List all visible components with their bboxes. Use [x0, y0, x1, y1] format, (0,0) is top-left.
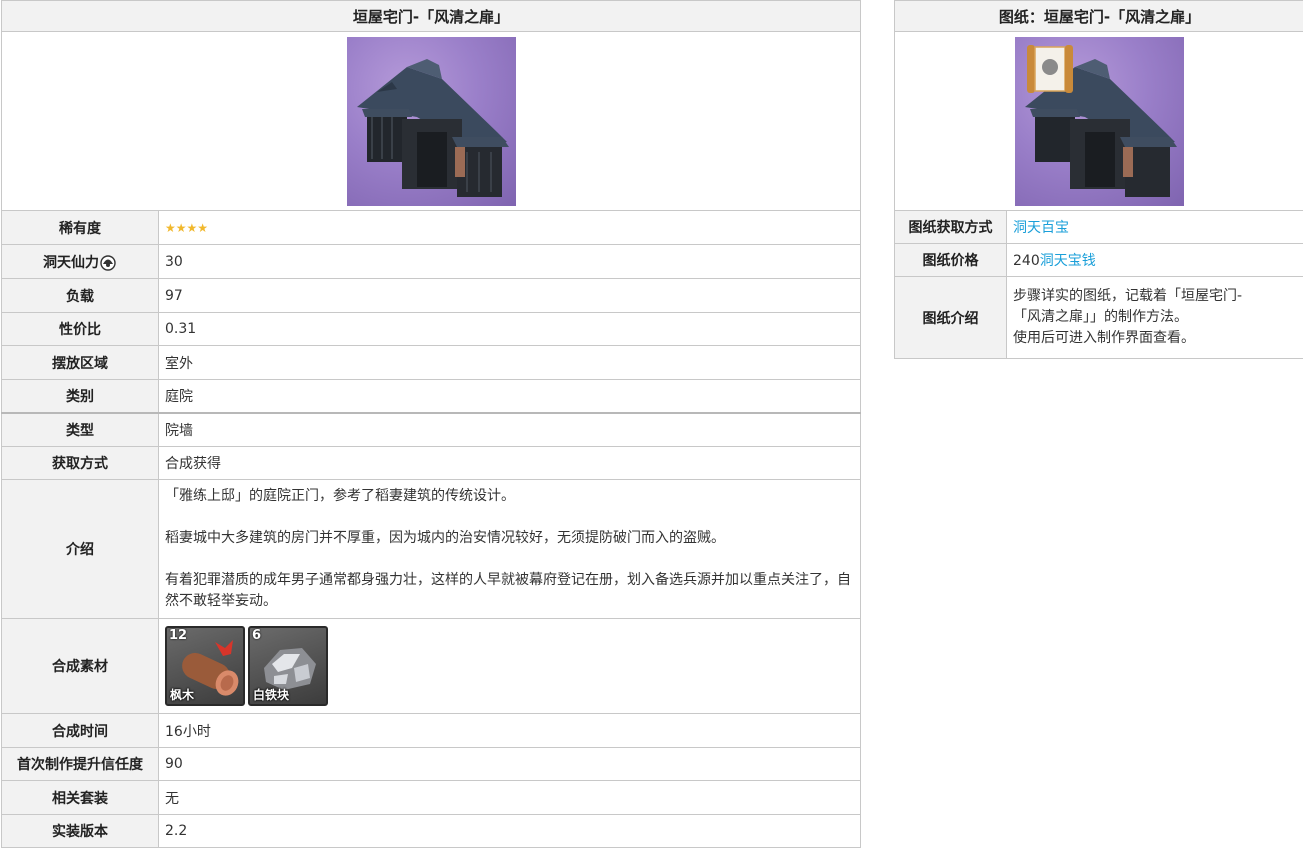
adeptal-label: 洞天仙力: [43, 255, 99, 271]
white-iron-name: 白铁块: [253, 686, 289, 703]
blueprint-intro-line-1: 步骤详实的图纸，记载着「垣屋宅门-: [1013, 286, 1298, 307]
item-title: 垣屋宅门-「风清之扉」: [2, 1, 861, 32]
set-value: 无: [159, 781, 861, 815]
item-image-cell: [2, 32, 861, 211]
intro-paragraph-3: 有着犯罪潜质的成年男子通常都身强力壮，这样的人早就被幕府登记在册，划入备选兵源并…: [165, 570, 854, 612]
version-label: 实装版本: [2, 815, 159, 848]
blueprint-table: 图纸：垣屋宅门-「风清之扉」: [894, 0, 1303, 359]
blueprint-image-cell: [895, 32, 1303, 211]
ratio-value: 0.31: [159, 313, 861, 346]
type-value: 院墙: [159, 413, 861, 447]
trust-value: 90: [159, 748, 861, 781]
category-label: 类别: [2, 380, 159, 413]
blueprint-intro-line-2: 「风清之扉」」的制作方法。: [1013, 307, 1298, 328]
placement-label: 摆放区域: [2, 346, 159, 380]
blueprint-image: [1015, 37, 1184, 206]
white-iron-count: 6: [252, 628, 261, 643]
material-white-iron[interactable]: 6 白铁块: [248, 626, 328, 706]
adeptal-energy-icon: [99, 253, 117, 271]
blueprint-intro-label: 图纸介绍: [895, 277, 1007, 359]
obtain-value: 合成获得: [159, 447, 861, 480]
version-value: 2.2: [159, 815, 861, 848]
blueprint-source-label: 图纸获取方式: [895, 211, 1007, 244]
maple-wood-name: 枫木: [170, 686, 194, 703]
gate-image: [347, 37, 516, 206]
craft-time-value: 16小时: [159, 714, 861, 748]
maple-wood-count: 12: [169, 628, 187, 643]
blueprint-title: 图纸：垣屋宅门-「风清之扉」: [895, 1, 1303, 32]
intro-paragraph-2: 稻妻城中大多建筑的房门并不厚重，因为城内的治安情况较好，无须提防破门而入的盗贼。: [165, 528, 854, 549]
blueprint-price-label: 图纸价格: [895, 244, 1007, 277]
obtain-label: 获取方式: [2, 447, 159, 480]
set-label: 相关套装: [2, 781, 159, 815]
rarity-stars: ★★★★: [165, 221, 208, 235]
load-label: 负载: [2, 279, 159, 313]
blueprint-intro-line-3: 使用后可进入制作界面查看。: [1013, 328, 1298, 349]
trust-label: 首次制作提升信任度: [2, 748, 159, 781]
intro-text: 「雅练上邸」的庭院正门，参考了稻妻建筑的传统设计。 稻妻城中大多建筑的房门并不厚…: [159, 480, 861, 619]
category-value: 庭院: [159, 380, 861, 413]
intro-label: 介绍: [2, 480, 159, 619]
item-info-table: 垣屋宅门-「风清之扉」: [1, 0, 861, 848]
placement-value: 室外: [159, 346, 861, 380]
materials-cell: 12 枫木 6 白铁块: [159, 619, 861, 714]
adeptal-value: 30: [159, 245, 861, 279]
blueprint-intro-text: 步骤详实的图纸，记载着「垣屋宅门- 「风清之扉」」的制作方法。 使用后可进入制作…: [1007, 277, 1303, 359]
craft-time-label: 合成时间: [2, 714, 159, 748]
blueprint-source-link[interactable]: 洞天百宝: [1013, 220, 1069, 236]
blueprint-currency-link[interactable]: 洞天宝钱: [1040, 253, 1096, 269]
rarity-label: 稀有度: [2, 211, 159, 245]
blueprint-price-amount: 240: [1013, 253, 1040, 269]
load-value: 97: [159, 279, 861, 313]
type-label: 类型: [2, 413, 159, 447]
materials-label: 合成素材: [2, 619, 159, 714]
material-maple-wood[interactable]: 12 枫木: [165, 626, 245, 706]
adeptal-label-cell: 洞天仙力: [2, 245, 159, 279]
ratio-label: 性价比: [2, 313, 159, 346]
intro-paragraph-1: 「雅练上邸」的庭院正门，参考了稻妻建筑的传统设计。: [165, 486, 854, 507]
